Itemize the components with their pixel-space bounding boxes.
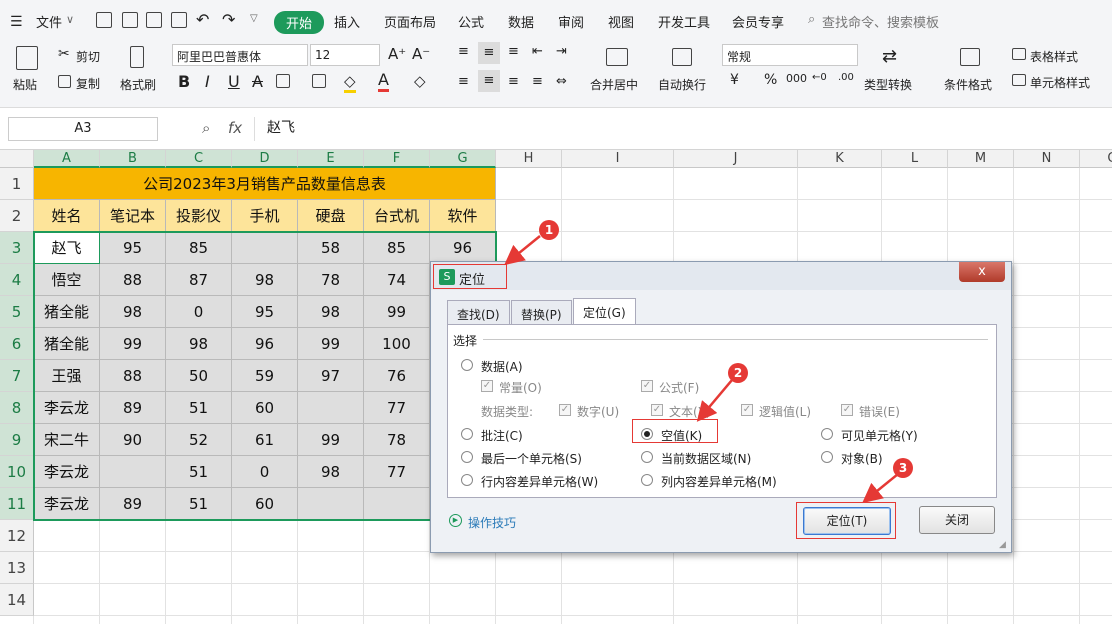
step-badge-3: 3 <box>893 458 913 478</box>
arrow-3 <box>862 473 899 504</box>
arrow-2 <box>696 379 733 422</box>
step-badge-1: 1 <box>539 220 559 240</box>
annotation-arrows <box>504 235 899 504</box>
step-badge-2: 2 <box>728 363 748 383</box>
arrow-1 <box>504 235 541 266</box>
